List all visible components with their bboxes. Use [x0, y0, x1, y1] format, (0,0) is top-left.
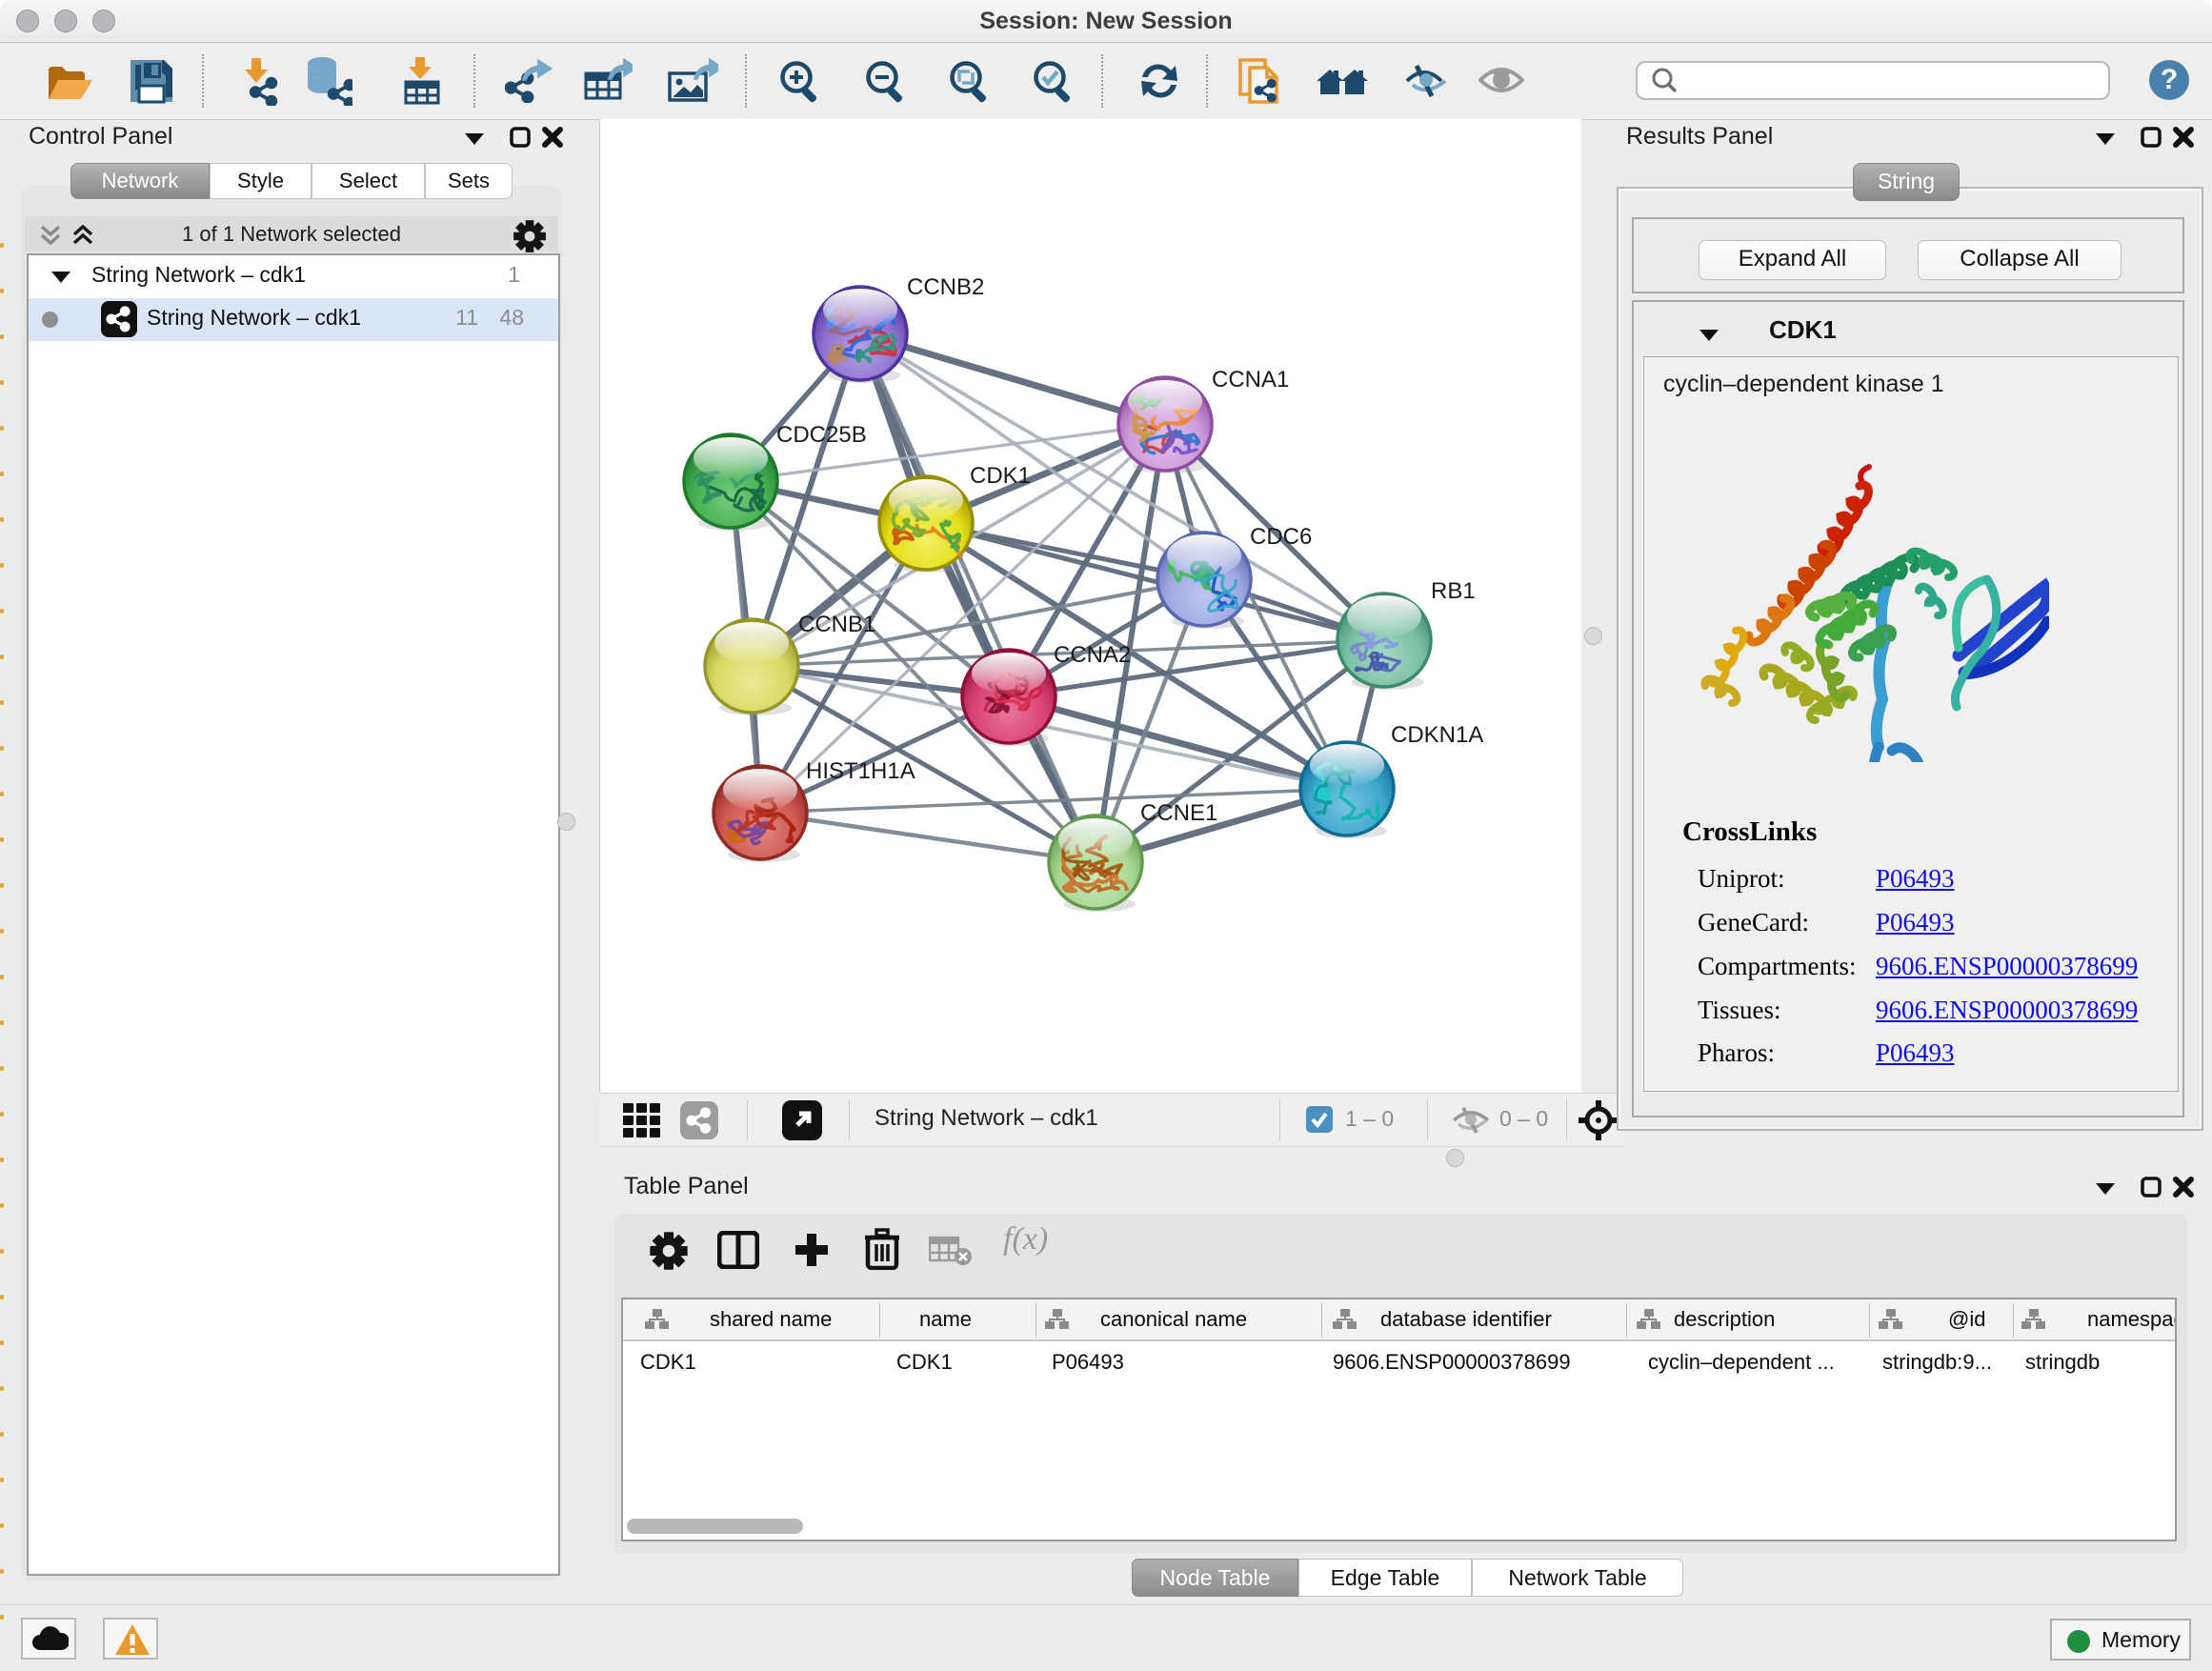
svg-text:CDK1: CDK1: [970, 463, 1031, 489]
svg-text:CCNE1: CCNE1: [1140, 800, 1217, 826]
svg-text:CCNB1: CCNB1: [798, 612, 875, 637]
svg-text:CCNA1: CCNA1: [1212, 367, 1289, 393]
svg-text:CDC25B: CDC25B: [776, 422, 867, 448]
svg-text:CCNA2: CCNA2: [1054, 642, 1131, 668]
svg-text:CDKN1A: CDKN1A: [1391, 722, 1483, 748]
svg-text:HIST1H1A: HIST1H1A: [806, 758, 915, 784]
svg-text:CCNB2: CCNB2: [907, 274, 984, 300]
svg-text:CDC6: CDC6: [1250, 524, 1312, 550]
svg-text:RB1: RB1: [1431, 578, 1476, 604]
